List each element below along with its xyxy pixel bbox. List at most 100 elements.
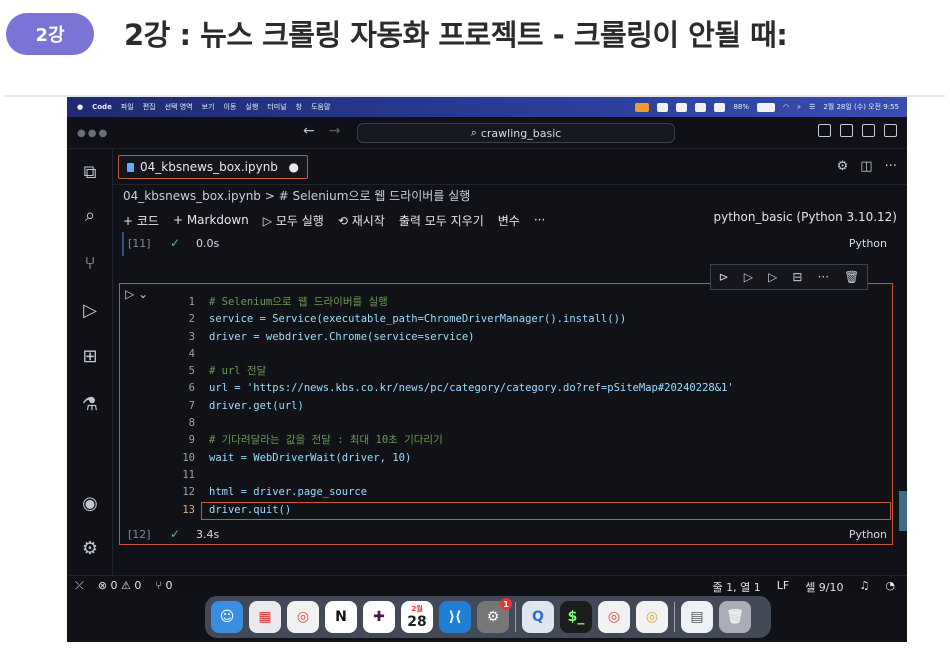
customize-layout-icon[interactable]: [884, 124, 897, 137]
clear-outputs-button[interactable]: 출력 모두 지우기: [399, 212, 484, 229]
system-settings-icon[interactable]: ⚙ 1: [477, 598, 512, 633]
remote-icon[interactable]: ⤫: [75, 579, 84, 593]
terminal-icon[interactable]: $_: [560, 601, 592, 633]
menu-file[interactable]: 파일: [121, 102, 134, 112]
testing-icon[interactable]: ⚗: [79, 393, 101, 415]
command-center-search[interactable]: ⌕ crawling_basic: [357, 123, 675, 143]
problems-indicator[interactable]: ⊗ 0 ⚠ 0: [98, 579, 142, 593]
record-icon[interactable]: [714, 102, 726, 112]
run-cell-button[interactable]: ▷ ⌄: [125, 287, 148, 301]
breadcrumb[interactable]: 04_kbsnews_box.ipynb > # Selenium으로 웹 드라…: [123, 187, 470, 204]
preview-app-icon[interactable]: Q: [522, 601, 554, 633]
back-arrow-icon[interactable]: ←: [303, 123, 315, 139]
restart-button[interactable]: ⟲ 재시작: [338, 212, 385, 229]
control-center-icon[interactable]: ☰: [809, 103, 815, 111]
slack-icon[interactable]: ✚: [363, 601, 395, 633]
status-icon-3[interactable]: [695, 102, 707, 112]
notion-icon[interactable]: N: [325, 601, 357, 633]
settings-gear-icon[interactable]: ⚙: [79, 537, 101, 559]
mic-indicator-icon[interactable]: [635, 102, 650, 112]
cell-indicator[interactable]: 셀 9/10: [805, 579, 843, 595]
editor-scrollbar[interactable]: [899, 491, 907, 531]
cursor-position[interactable]: 줄 1, 열 1: [712, 579, 760, 595]
calendar-month: 2월: [411, 605, 423, 613]
menu-selection[interactable]: 선택 영역: [165, 102, 193, 112]
code-line: 7 driver.get(url): [188, 399, 304, 412]
menu-help[interactable]: 도움말: [311, 102, 330, 112]
code-line: 12 html = driver.page_source: [182, 486, 368, 499]
split-cell-icon[interactable]: ⊟: [792, 270, 802, 284]
menu-go[interactable]: 이동: [224, 102, 237, 112]
chrome-window-icon[interactable]: ◎: [598, 601, 630, 633]
mac-menubar: ● Code 파일 편집 선택 영역 보기 이동 실행 터미널 창 도움말 88…: [67, 97, 907, 117]
explorer-icon[interactable]: ⧉: [79, 161, 101, 183]
chrome-icon[interactable]: ◎: [287, 601, 319, 633]
menubar-datetime[interactable]: 2월 28일 (수) 오전 9:55: [823, 102, 899, 112]
window-controls[interactable]: ●●●: [77, 128, 109, 139]
nav-arrows: ← →: [303, 123, 340, 139]
code-editor[interactable]: 1 # Selenium으로 웹 드라이버를 실행 2 service = Servi…: [167, 294, 733, 519]
unsaved-dot-icon[interactable]: ●: [289, 160, 299, 174]
toggle-panel-icon[interactable]: [840, 124, 853, 137]
notebook-file-icon: [127, 162, 134, 172]
apple-icon[interactable]: ●: [77, 103, 83, 111]
toggle-sidebar-icon[interactable]: [818, 124, 831, 137]
spotlight-icon[interactable]: ⌕: [797, 103, 801, 112]
eol-indicator[interactable]: LF: [777, 579, 789, 595]
source-control-icon[interactable]: ⑂: [79, 252, 101, 274]
slide-title: 2강 : 뉴스 크롤링 자동화 프로젝트 - 크롤링이 안될 때:: [124, 18, 788, 52]
code-line: 3 driver = webdriver.Chrome(service=servi…: [188, 330, 475, 343]
delete-cell-icon[interactable]: 🗑: [844, 270, 859, 284]
search-sidebar-icon[interactable]: ⌕: [79, 204, 101, 226]
execute-above-icon[interactable]: ▷: [744, 270, 753, 284]
account-icon[interactable]: ◉: [79, 492, 101, 514]
kernel-picker[interactable]: python_basic (Python 3.10.12): [713, 210, 897, 224]
menu-terminal[interactable]: 터미널: [267, 102, 286, 112]
add-code-button[interactable]: + 코드: [123, 212, 159, 229]
status-icon-1[interactable]: [657, 102, 669, 112]
cell-language[interactable]: Python: [849, 528, 887, 541]
menu-window[interactable]: 창: [296, 102, 302, 112]
gear-icon[interactable]: ⚙: [837, 159, 849, 174]
finder-icon[interactable]: ☺: [211, 601, 243, 633]
lesson-badge: 2강: [6, 13, 94, 55]
feedback-icon[interactable]: ◔: [885, 579, 895, 595]
prev-cell-language[interactable]: Python: [849, 237, 887, 250]
mac-dock: ☺ ▦ ◎ N ✚ 2월 28 ⟩⟨ ⚙ 1 Q $_ ◎ ◎ ▤ 🗑: [205, 596, 771, 638]
calendar-icon[interactable]: 2월 28: [401, 601, 433, 633]
chrome-profile-icon[interactable]: ◎: [636, 601, 668, 633]
execute-below-icon[interactable]: ▷: [768, 270, 777, 284]
search-icon: ⌕: [470, 126, 477, 139]
menu-code[interactable]: Code: [92, 103, 112, 111]
status-icon-2[interactable]: [676, 102, 688, 112]
run-by-line-icon[interactable]: ⊳: [719, 270, 729, 284]
battery-percent[interactable]: 88%: [733, 103, 749, 111]
variables-button[interactable]: 변수: [498, 212, 520, 229]
toggle-secondary-sidebar-icon[interactable]: [862, 124, 875, 137]
add-markdown-button[interactable]: + Markdown: [173, 213, 249, 227]
split-editor-icon[interactable]: ◫: [860, 159, 872, 174]
status-left: ⤫ ⊗ 0 ⚠ 0 ⑂ 0: [75, 579, 173, 593]
more-actions-icon[interactable]: ···: [885, 159, 897, 174]
ports-indicator[interactable]: ⑂ 0: [155, 579, 172, 593]
trash-icon[interactable]: 🗑: [719, 601, 751, 633]
wifi-icon[interactable]: ◠: [783, 103, 789, 111]
vscode-icon[interactable]: ⟩⟨: [439, 601, 471, 633]
tab-notebook[interactable]: 04_kbsnews_box.ipynb ●: [118, 155, 308, 179]
extensions-icon[interactable]: ⊞: [79, 345, 101, 367]
cell-check-icon: ✓: [170, 527, 181, 541]
menu-edit[interactable]: 편집: [143, 102, 156, 112]
run-all-button[interactable]: ▷ 모두 실행: [263, 212, 324, 229]
launchpad-icon[interactable]: ▦: [249, 601, 281, 633]
menu-view[interactable]: 보기: [202, 102, 215, 112]
code-line: 11: [182, 468, 195, 481]
document-file-icon[interactable]: ▤: [681, 601, 713, 633]
notifications-bell-icon[interactable]: ♫: [860, 579, 870, 595]
battery-icon[interactable]: [757, 102, 776, 112]
cell-more-icon[interactable]: ···: [818, 270, 829, 284]
forward-arrow-icon[interactable]: →: [329, 123, 341, 139]
tab-actions: ⚙ ◫ ···: [837, 159, 897, 174]
run-debug-icon[interactable]: ▷: [79, 299, 101, 321]
more-toolbar-icon[interactable]: ···: [534, 213, 545, 227]
menu-run[interactable]: 실행: [245, 102, 258, 112]
